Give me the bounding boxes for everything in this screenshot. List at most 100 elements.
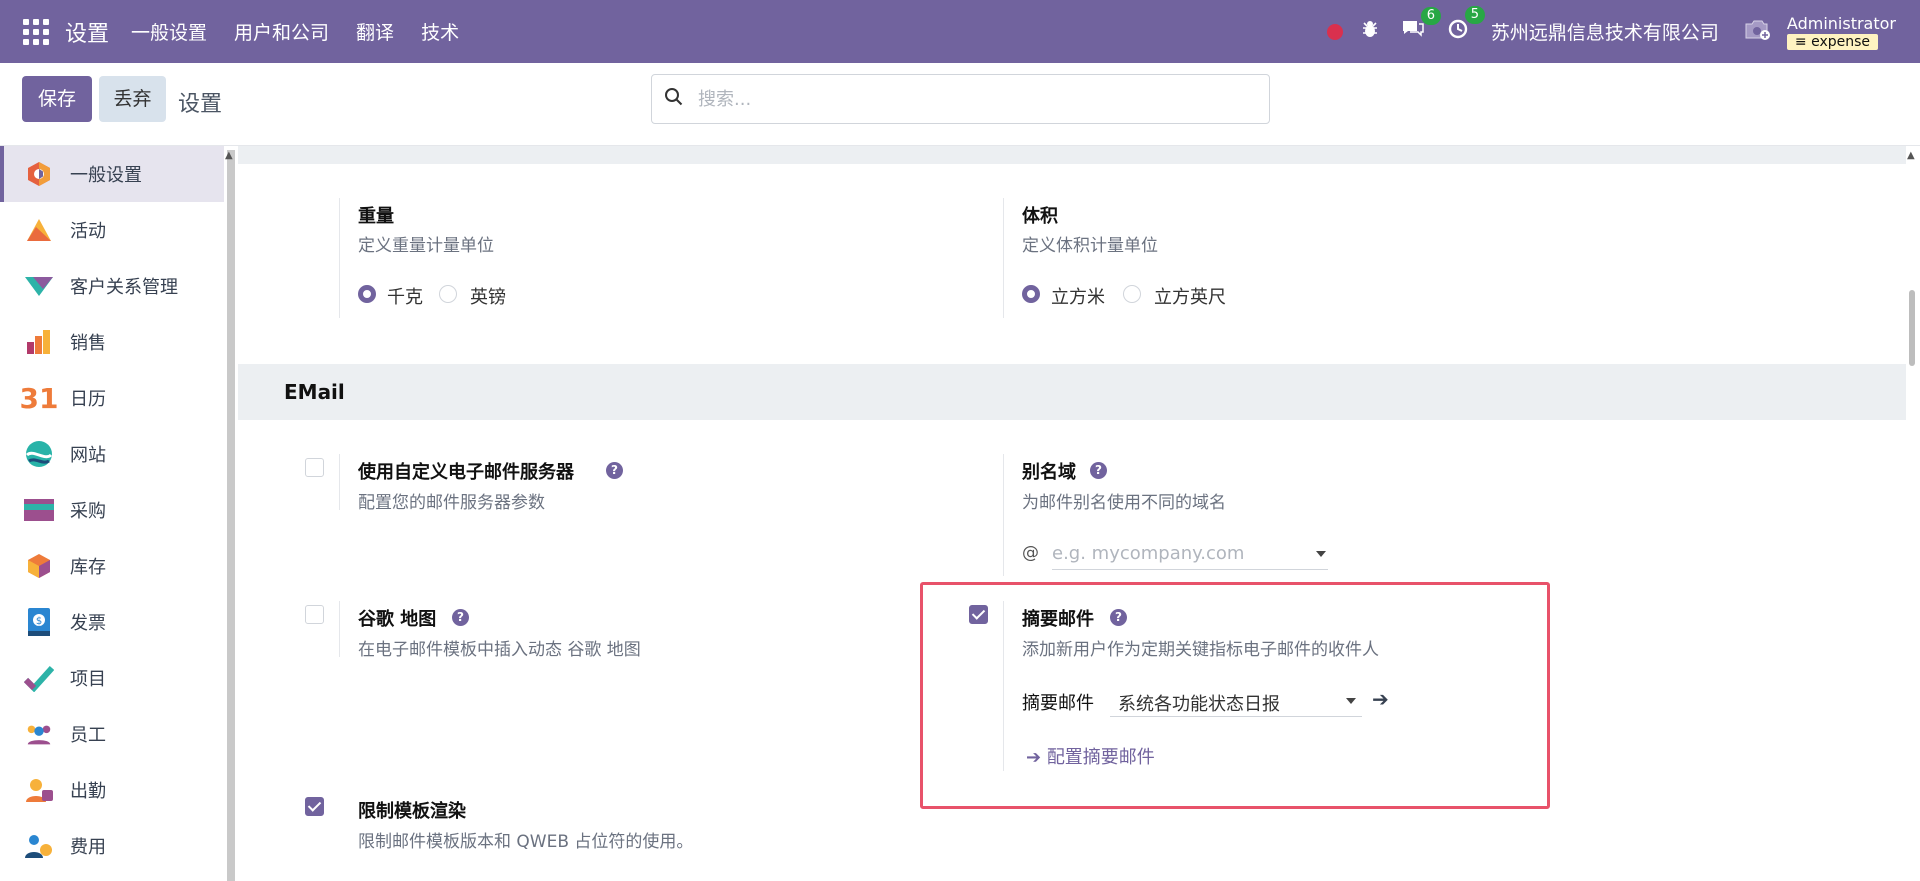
database-name: expense	[1811, 33, 1871, 50]
weight-title: 重量	[358, 206, 394, 227]
section-divider	[238, 146, 1906, 164]
database-icon: ≡	[1794, 33, 1812, 50]
bug-icon[interactable]	[1361, 19, 1379, 44]
sidebar-item-label: 销售	[70, 333, 106, 354]
sidebar-item-inventory[interactable]: 库存	[0, 538, 224, 594]
weight-lb-radio[interactable]	[439, 285, 457, 303]
volume-ft3-radio[interactable]	[1123, 285, 1141, 303]
weight-kg-label[interactable]: 千克	[387, 283, 423, 309]
sidebar-item-label: 库存	[70, 557, 106, 578]
sidebar-item-activity[interactable]: 活动	[0, 202, 224, 258]
sidebar-item-attendance[interactable]: 出勤	[0, 762, 224, 818]
volume-m3-radio[interactable]	[1022, 285, 1040, 303]
alias-domain-title: 别名域	[1022, 462, 1076, 483]
sidebar-item-website[interactable]: 网站	[0, 426, 224, 482]
settings-sidebar: 一般设置 活动 客户关系管理 销售 31 日历 网站 采购 库存 $ 发票 项目…	[0, 146, 224, 881]
divider	[1003, 198, 1004, 318]
google-maps-checkbox[interactable]	[305, 605, 324, 624]
search-icon	[664, 87, 684, 111]
restrict-templates-checkbox[interactable]	[305, 797, 324, 816]
sidebar-item-label: 活动	[70, 221, 106, 242]
sidebar-item-label: 项目	[70, 669, 106, 690]
camera-add-icon[interactable]	[1743, 18, 1773, 46]
purchase-app-icon	[24, 495, 54, 525]
sales-app-icon	[24, 327, 54, 357]
volume-ft3-label[interactable]: 立方英尺	[1154, 283, 1226, 309]
employees-app-icon	[24, 719, 54, 749]
search-input[interactable]	[698, 88, 1218, 110]
sidebar-item-label: 一般设置	[70, 165, 142, 186]
activities-count-badge: 5	[1464, 6, 1485, 24]
menu-translations[interactable]: 翻译	[356, 18, 394, 45]
company-switcher[interactable]: 苏州远鼎信息技术有限公司	[1491, 18, 1719, 45]
sidebar-scrollbar[interactable]	[227, 150, 235, 881]
divider	[339, 454, 340, 510]
volume-title: 体积	[1022, 206, 1058, 227]
messages-icon[interactable]: 6	[1401, 7, 1441, 44]
activity-app-icon	[24, 215, 54, 245]
menu-general-settings[interactable]: 一般设置	[131, 18, 207, 45]
record-indicator-icon[interactable]	[1326, 23, 1343, 40]
sidebar-item-label: 客户关系管理	[70, 277, 178, 298]
app-title[interactable]: 设置	[65, 16, 109, 48]
menu-users-companies[interactable]: 用户和公司	[234, 18, 329, 45]
divider	[1003, 454, 1004, 576]
calendar-app-icon: 31	[19, 381, 59, 415]
project-app-icon	[24, 663, 54, 693]
custom-mail-server-title: 使用自定义电子邮件服务器	[358, 462, 574, 483]
sidebar-item-label: 员工	[70, 725, 106, 746]
scroll-up-icon[interactable]: ▲	[1907, 150, 1915, 161]
help-icon[interactable]: ?	[1090, 462, 1107, 479]
highlight-box	[920, 582, 1550, 809]
chevron-down-icon	[1316, 551, 1326, 557]
top-navbar: 设置 一般设置 用户和公司 翻译 技术 6 5 苏州远鼎信息技术有限公司 Adm…	[0, 0, 1920, 63]
google-maps-description: 在电子邮件模板中插入动态 谷歌 地图	[358, 640, 641, 660]
content-scrollbar[interactable]: ▲	[1907, 150, 1916, 881]
scrollbar-thumb[interactable]	[1909, 290, 1915, 366]
inventory-app-icon	[24, 551, 54, 581]
email-section-header: EMail	[238, 364, 1906, 420]
sidebar-item-invoicing[interactable]: $ 发票	[0, 594, 224, 650]
discard-button[interactable]: 丢弃	[99, 76, 166, 122]
at-sign: @	[1022, 543, 1039, 563]
sidebar-item-general[interactable]: 一般设置	[0, 146, 224, 202]
breadcrumb: 设置	[178, 92, 223, 117]
menu-technical[interactable]: 技术	[421, 18, 459, 45]
sidebar-item-label: 日历	[70, 389, 106, 410]
scroll-up-icon[interactable]: ▲	[225, 150, 233, 161]
sidebar-item-calendar[interactable]: 31 日历	[0, 370, 224, 426]
search-bar[interactable]	[651, 74, 1270, 124]
sidebar-item-label: 费用	[70, 837, 106, 858]
alias-domain-select[interactable]: e.g. mycompany.com	[1052, 538, 1328, 570]
google-maps-title: 谷歌 地图	[358, 609, 437, 630]
custom-mail-server-checkbox[interactable]	[305, 458, 324, 477]
save-button[interactable]: 保存	[22, 76, 92, 122]
weight-lb-label[interactable]: 英镑	[470, 283, 506, 309]
crm-app-icon	[24, 271, 54, 301]
divider	[339, 601, 340, 657]
sidebar-item-sales[interactable]: 销售	[0, 314, 224, 370]
sidebar-item-expenses[interactable]: 费用	[0, 818, 224, 874]
sidebar-item-project[interactable]: 项目	[0, 650, 224, 706]
user-menu[interactable]: Administrator ≡ expense	[1786, 14, 1896, 50]
sidebar-item-crm[interactable]: 客户关系管理	[0, 258, 224, 314]
restrict-templates-title: 限制模板渲染	[358, 801, 466, 822]
messages-count-badge: 6	[1420, 7, 1441, 25]
help-icon[interactable]: ?	[452, 609, 469, 626]
expenses-app-icon	[24, 831, 54, 861]
sidebar-item-label: 发票	[70, 613, 106, 634]
activity-clock-icon[interactable]: 5	[1447, 6, 1485, 45]
divider	[339, 198, 340, 318]
weight-description: 定义重量计量单位	[358, 236, 494, 256]
restrict-templates-description: 限制邮件模板版本和 QWEB 占位符的使用。	[358, 832, 694, 852]
app-menu-icon[interactable]	[23, 18, 49, 45]
weight-kg-radio[interactable]	[358, 285, 376, 303]
help-icon[interactable]: ?	[606, 462, 623, 479]
invoicing-app-icon: $	[24, 607, 54, 637]
settings-app-icon	[24, 159, 54, 189]
volume-m3-label[interactable]: 立方米	[1051, 283, 1105, 309]
sidebar-item-employees[interactable]: 员工	[0, 706, 224, 762]
svg-text:$: $	[36, 616, 42, 627]
alias-domain-description: 为邮件别名使用不同的域名	[1022, 493, 1226, 513]
sidebar-item-purchase[interactable]: 采购	[0, 482, 224, 538]
